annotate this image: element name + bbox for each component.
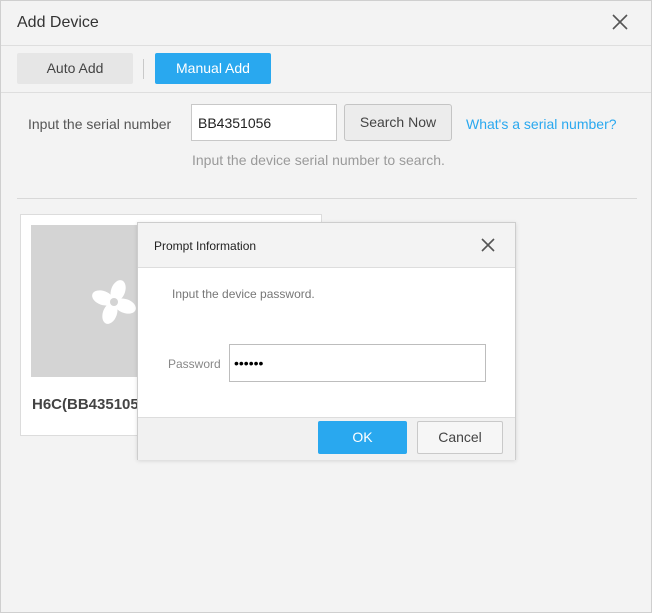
dialog-header: Prompt Information (138, 223, 515, 268)
password-field[interactable] (229, 344, 486, 382)
password-label: Password (168, 357, 221, 371)
ok-button[interactable]: OK (318, 421, 407, 454)
serial-number-input[interactable] (191, 104, 337, 141)
title-bar: Add Device (1, 1, 651, 46)
tab-divider (143, 59, 144, 79)
tab-manual-add[interactable]: Manual Add (155, 53, 271, 84)
search-now-button[interactable]: Search Now (344, 104, 452, 141)
tab-auto-add[interactable]: Auto Add (17, 53, 133, 84)
add-device-window: Add Device Auto Add Manual Add Input the… (0, 0, 652, 613)
close-icon[interactable] (611, 13, 629, 31)
window-title: Add Device (17, 14, 99, 31)
dialog-footer: OK Cancel (138, 417, 515, 460)
serial-hint-text: Input the device serial number to search… (192, 152, 445, 168)
dialog-close-icon[interactable] (481, 238, 495, 252)
dialog-title: Prompt Information (154, 239, 257, 253)
divider (17, 198, 637, 199)
serial-help-link[interactable]: What's a serial number? (466, 116, 617, 132)
serial-number-label: Input the serial number (28, 116, 172, 132)
password-dialog: Prompt Information Input the device pass… (137, 222, 516, 460)
dialog-message: Input the device password. (172, 287, 315, 301)
device-name: H6C(BB435105 (32, 396, 139, 413)
fan-logo-icon (92, 280, 136, 324)
tab-bar: Auto Add Manual Add (1, 46, 651, 93)
cancel-button[interactable]: Cancel (417, 421, 503, 454)
